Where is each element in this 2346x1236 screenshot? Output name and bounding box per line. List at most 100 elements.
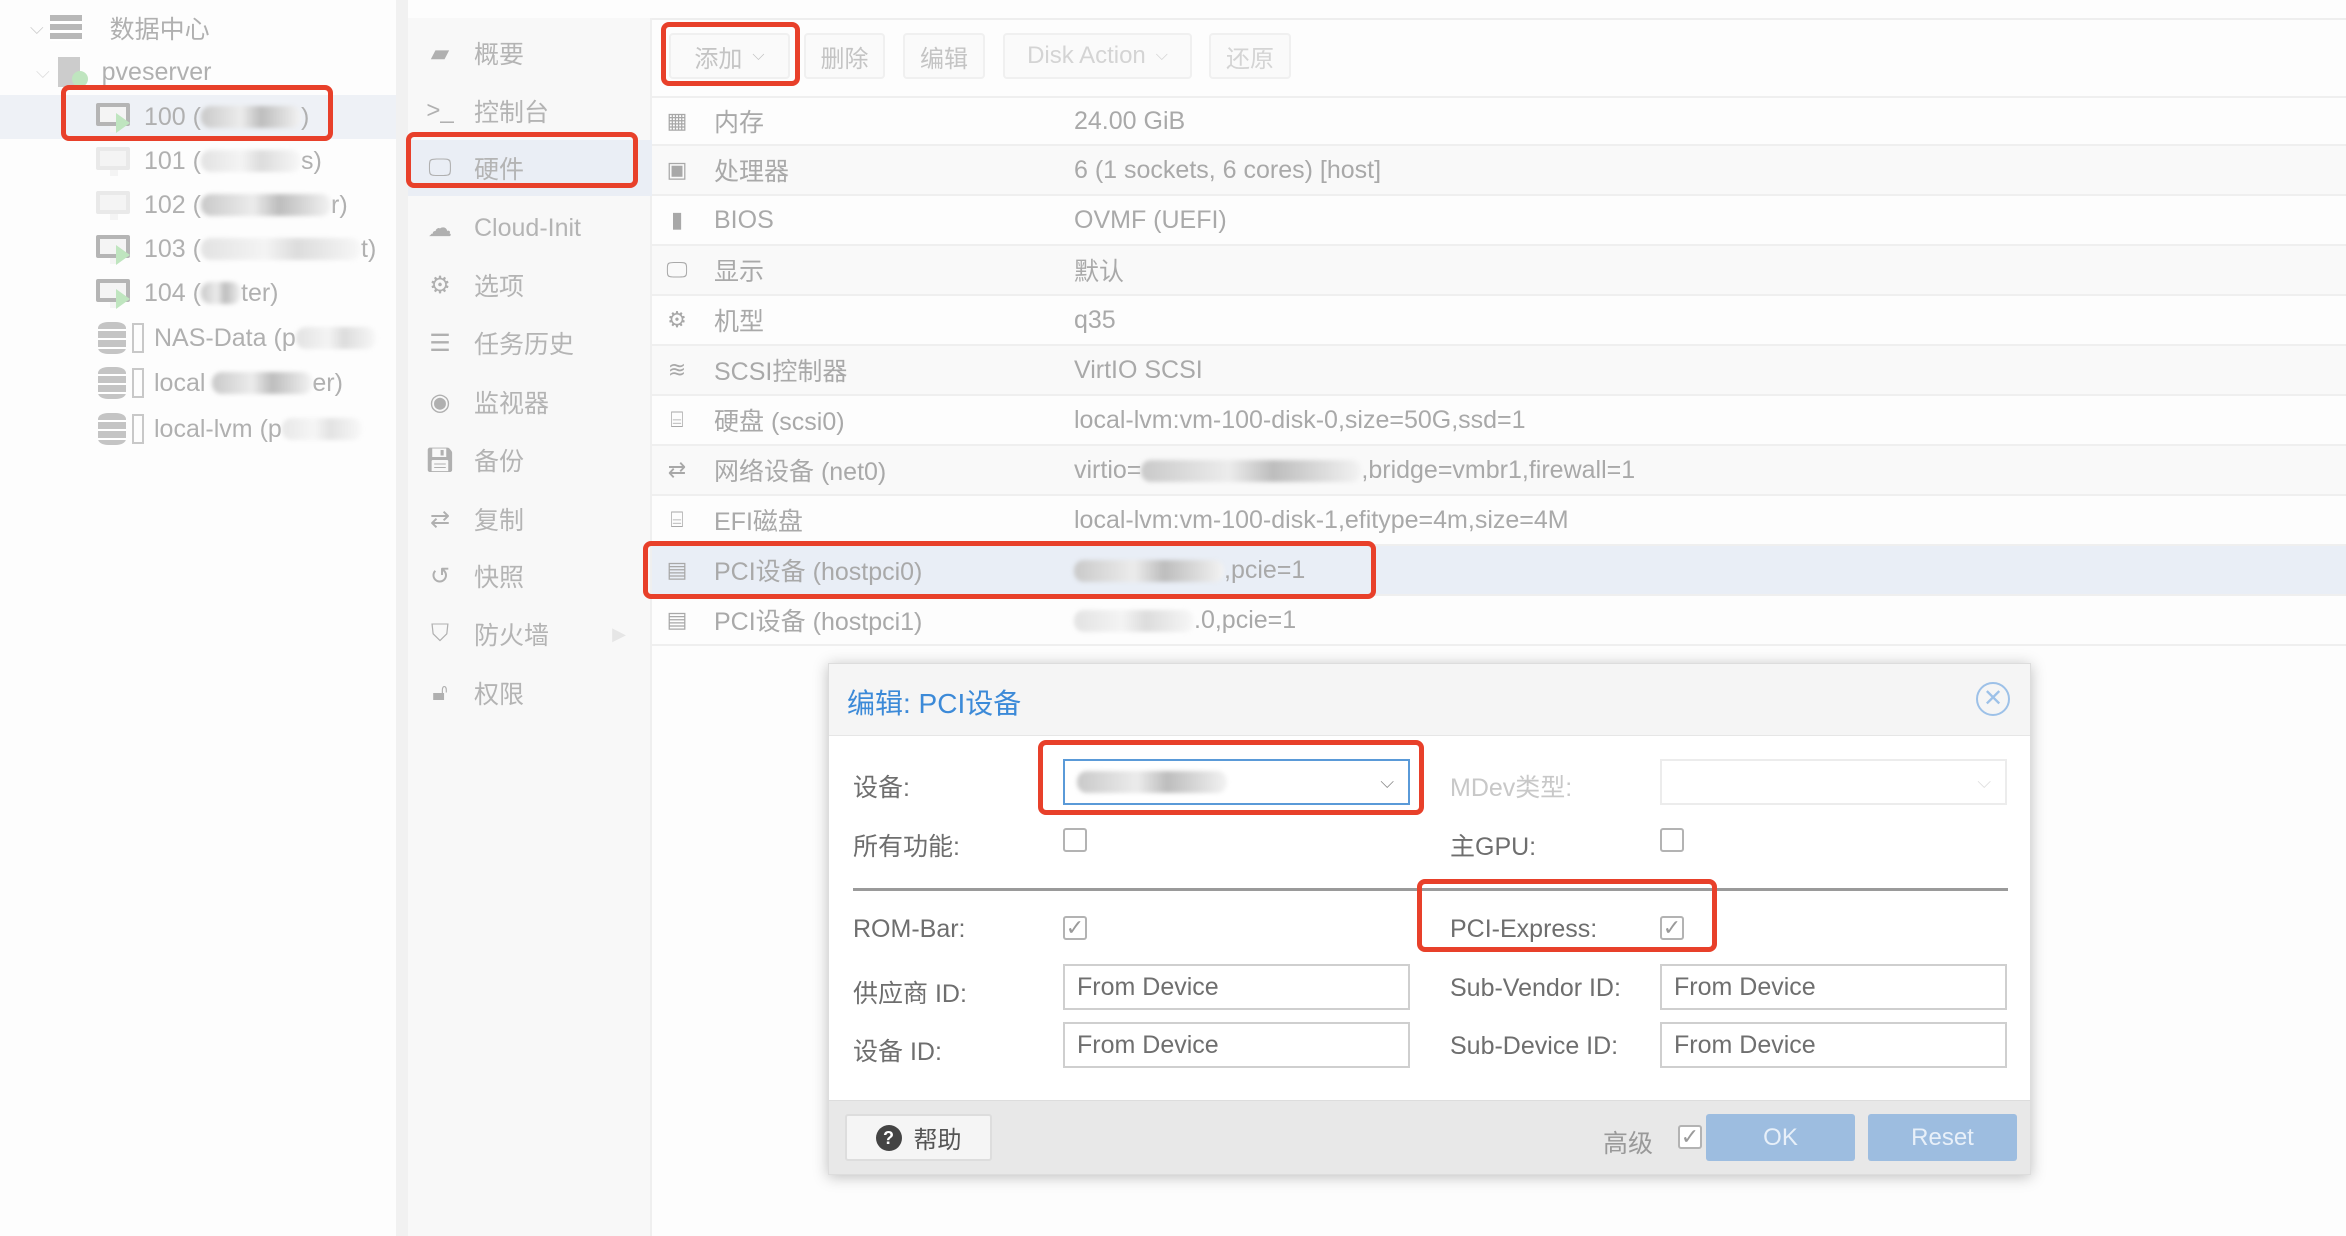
device-label: 设备: bbox=[853, 774, 910, 802]
nav-label: 权限 bbox=[474, 681, 525, 709]
hardware-row-net0[interactable]: ⇄ 网络设备 (net0) virtio= ,bridge=vmbr1,firewal… bbox=[652, 446, 2346, 496]
add-label: 添加 bbox=[694, 45, 743, 73]
nav-label: 硬件 bbox=[474, 156, 525, 184]
nav-item-snapshots[interactable]: ↺ 快照 bbox=[408, 548, 652, 604]
cloud-icon: ☁ bbox=[428, 214, 452, 242]
vm-id: 101 bbox=[144, 146, 186, 175]
redacted-text bbox=[212, 372, 313, 394]
hardware-row-hostpci1[interactable]: ▤ PCI设备 (hostpci1) .0,pcie=1 bbox=[652, 596, 2346, 646]
nav-item-cloud-init[interactable]: ☁ Cloud-Init bbox=[408, 200, 652, 256]
vm-running-icon bbox=[96, 103, 130, 133]
rombar-checkbox[interactable]: ✓ bbox=[1063, 916, 1087, 940]
nav-item-replication[interactable]: ⇄ 复制 bbox=[408, 491, 652, 547]
placeholder: From Device bbox=[1674, 1030, 1816, 1059]
nav-label: 选项 bbox=[474, 273, 525, 301]
nav-item-backup[interactable]: 💾︎ 备份 bbox=[408, 432, 652, 488]
hardware-row-hostpci0[interactable]: ▤ PCI设备 (hostpci0) ,pcie=1 bbox=[652, 546, 2346, 596]
tree-item-vm-104[interactable]: 104 (ter) bbox=[0, 271, 396, 315]
hardware-name: 处理器 bbox=[714, 158, 790, 186]
hardware-row-memory[interactable]: ▦ 内存 24.00 GiB bbox=[652, 96, 2346, 146]
vm-running-icon bbox=[96, 279, 130, 309]
vm-id: 104 bbox=[144, 278, 186, 307]
tree-item-storage-local[interactable]: local er) bbox=[0, 361, 396, 405]
hardware-value: OVMF (UEFI) bbox=[1074, 205, 1227, 234]
nav-item-options[interactable]: ⚙ 选项 bbox=[408, 257, 652, 313]
dialog-title: 编辑: PCI设备 bbox=[847, 688, 1022, 719]
edit-button[interactable]: 编辑 bbox=[903, 33, 985, 79]
sub-device-id-label: Sub-Device ID: bbox=[1450, 1032, 1619, 1060]
rombar-label: ROM-Bar: bbox=[853, 915, 966, 943]
storage-name: local-lvm bbox=[154, 414, 253, 443]
vm-id: 103 bbox=[144, 234, 186, 263]
pci-card-icon: ▤ bbox=[666, 607, 688, 632]
redacted-text bbox=[295, 327, 376, 349]
placeholder: From Device bbox=[1077, 1030, 1219, 1059]
chevron-down-icon: ⌵ bbox=[1977, 771, 1991, 792]
tree-item-datacenter[interactable]: ⌵ 数据中心 bbox=[0, 6, 396, 50]
hardware-value: local-lvm:vm-100-disk-0,size=50G,ssd=1 bbox=[1074, 405, 1526, 434]
hardware-row-machine[interactable]: ⚙ 机型 q35 bbox=[652, 296, 2346, 346]
revert-label: 还原 bbox=[1226, 45, 1274, 73]
reset-button[interactable]: Reset bbox=[1868, 1114, 2017, 1161]
hardware-row-disk-scsi0[interactable]: ⌸ 硬盘 (scsi0) local-lvm:vm-100-disk-0,size=… bbox=[652, 396, 2346, 446]
unlock-icon: 🔓︎ bbox=[432, 679, 448, 706]
device-select[interactable]: ⌵ bbox=[1063, 759, 1410, 805]
close-icon[interactable]: ✕ bbox=[1976, 682, 2010, 716]
nav-item-hardware[interactable]: 🖵 硬件 bbox=[408, 140, 652, 196]
redacted-text bbox=[1141, 459, 1362, 482]
floppy-icon: 💾︎ bbox=[424, 446, 456, 474]
nav-item-summary[interactable]: ▰ 概要 bbox=[408, 25, 652, 81]
tree-item-storage-nas-data[interactable]: NAS-Data (p bbox=[0, 316, 396, 360]
device-id-label: 设备 ID: bbox=[853, 1038, 942, 1066]
revert-button[interactable]: 还原 bbox=[1209, 33, 1291, 79]
nav-item-permissions[interactable]: 🔓︎ 权限 bbox=[408, 665, 652, 721]
cpu-icon: ▣ bbox=[666, 157, 688, 182]
primary-gpu-checkbox[interactable] bbox=[1660, 828, 1684, 852]
nav-label: 控制台 bbox=[474, 99, 550, 127]
chevron-down-icon: ⌵ bbox=[752, 47, 765, 64]
hardware-name: SCSI控制器 bbox=[714, 358, 848, 386]
all-functions-checkbox[interactable] bbox=[1063, 828, 1087, 852]
vm-name: ter) bbox=[241, 278, 279, 307]
hardware-value: 默认 bbox=[1074, 258, 1125, 286]
vendor-id-input[interactable]: From Device bbox=[1063, 964, 1410, 1010]
splitter[interactable] bbox=[396, 0, 408, 1236]
storage-node: (p bbox=[259, 414, 282, 443]
monitor-icon: 🖵 bbox=[428, 154, 452, 181]
ok-button[interactable]: OK bbox=[1706, 1114, 1855, 1161]
sub-device-id-input[interactable]: From Device bbox=[1660, 1022, 2007, 1068]
tree-item-storage-local-lvm[interactable]: local-lvm (p bbox=[0, 407, 396, 451]
hardware-row-efi-disk[interactable]: ⌸ EFI磁盘 local-lvm:vm-100-disk-1,efitype=4m… bbox=[652, 496, 2346, 546]
nav-item-console[interactable]: >_ 控制台 bbox=[408, 83, 652, 139]
help-button[interactable]: ? 帮助 bbox=[845, 1114, 992, 1161]
hardware-row-bios[interactable]: ▮ BIOS OVMF (UEFI) bbox=[652, 196, 2346, 246]
nav-item-monitor[interactable]: ◉ 监视器 bbox=[408, 374, 652, 430]
hardware-value: 6 (1 sockets, 6 cores) [host] bbox=[1074, 155, 1382, 184]
sub-vendor-id-input[interactable]: From Device bbox=[1660, 964, 2007, 1010]
mdev-type-select[interactable]: ⌵ bbox=[1660, 759, 2007, 805]
hardware-row-scsi-controller[interactable]: ≋ SCSI控制器 VirtIO SCSI bbox=[652, 346, 2346, 396]
vendor-id-label: 供应商 ID: bbox=[853, 980, 967, 1008]
remove-button[interactable]: 删除 bbox=[804, 33, 885, 79]
nav-label: 复制 bbox=[474, 507, 525, 535]
tree-item-vm-101[interactable]: 101 (s) bbox=[0, 139, 396, 183]
storage-node: er) bbox=[312, 368, 343, 397]
tree-item-vm-100[interactable]: 100 () bbox=[0, 95, 396, 139]
hardware-value-tail: ,bridge=vmbr1,firewall=1 bbox=[1361, 455, 1636, 484]
hardware-row-cpu[interactable]: ▣ 处理器 6 (1 sockets, 6 cores) [host] bbox=[652, 146, 2346, 196]
all-functions-label: 所有功能: bbox=[853, 833, 960, 861]
device-id-input[interactable]: From Device bbox=[1063, 1022, 1410, 1068]
tree-item-vm-102[interactable]: 102 (r) bbox=[0, 183, 396, 227]
nav-label: 任务历史 bbox=[474, 331, 575, 359]
pcie-checkbox[interactable]: ✓ bbox=[1660, 916, 1684, 940]
tree-item-node[interactable]: ⌵ pveserver bbox=[0, 50, 396, 94]
disk-action-button[interactable]: Disk Action ⌵ bbox=[1003, 33, 1192, 79]
nav-label: Cloud-Init bbox=[474, 213, 581, 242]
vm-nav-menu: ▰ 概要 >_ 控制台 🖵 硬件 ☁ Cloud-Init ⚙ 选项 ☰ 任务历史 ◉ 监视器… bbox=[408, 18, 652, 1236]
nav-item-firewall[interactable]: ⛉ 防火墙 ▶ bbox=[408, 606, 652, 662]
tree-item-vm-103[interactable]: 103 (t) bbox=[0, 227, 396, 271]
hardware-row-display[interactable]: 🖵 显示 默认 bbox=[652, 246, 2346, 296]
add-button[interactable]: 添加 ⌵ bbox=[669, 33, 790, 79]
nav-item-task-history[interactable]: ☰ 任务历史 bbox=[408, 315, 652, 371]
advanced-checkbox[interactable]: ✓ bbox=[1678, 1125, 1702, 1149]
